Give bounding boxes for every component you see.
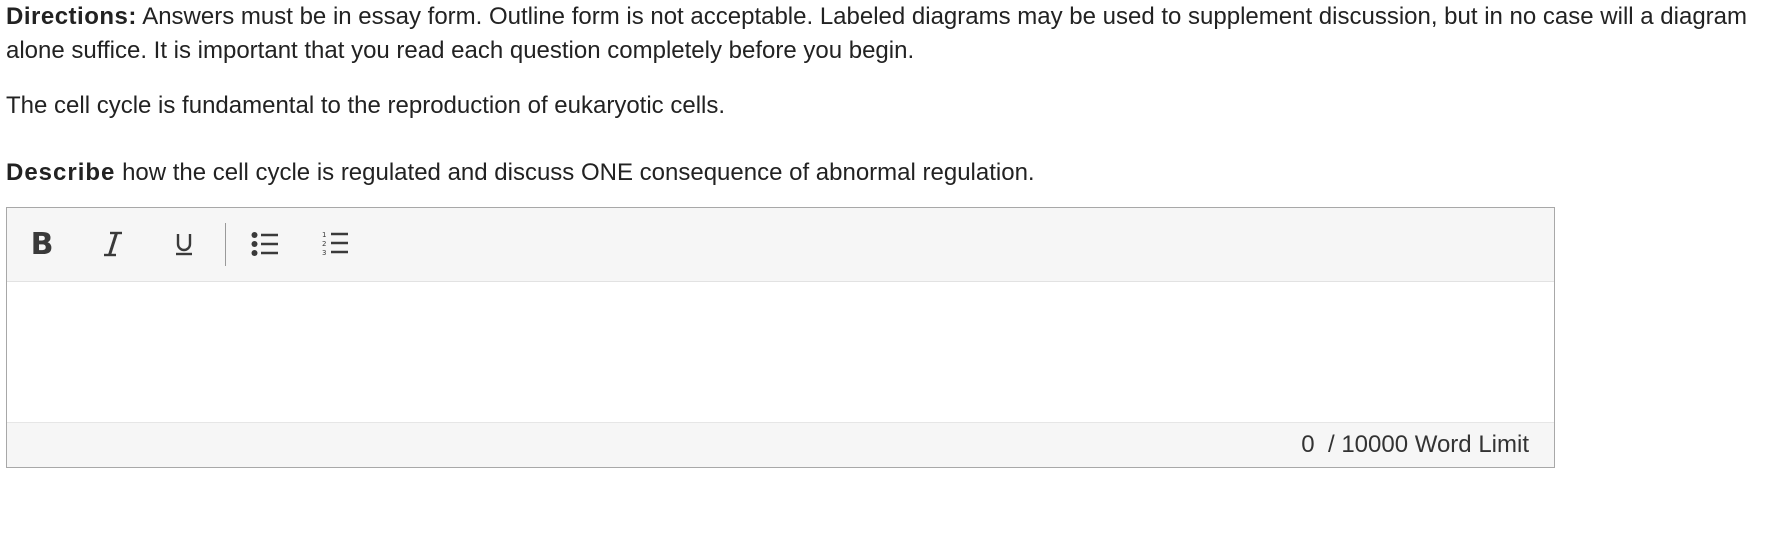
italic-button[interactable] [91, 221, 135, 267]
svg-text:3: 3 [322, 249, 326, 257]
prompt-body: how the cell cycle is regulated and disc… [122, 159, 1035, 186]
editor-toolbar: B 1 2 3 [7, 208, 1554, 282]
italic-icon [104, 231, 122, 257]
essay-editor: B 1 2 3 0 / 10000 Word Limit [6, 207, 1555, 468]
word-limit-label: / 10000 Word Limit [1328, 431, 1529, 458]
question-prompt: Describe how the cell cycle is regulated… [6, 156, 1035, 190]
essay-text-area[interactable] [7, 282, 1554, 424]
question-stem: The cell cycle is fundamental to the rep… [6, 92, 726, 119]
svg-text:1: 1 [322, 231, 326, 239]
word-limit-counter: 0 / 10000 Word Limit [1301, 430, 1529, 460]
word-count: 0 [1301, 431, 1315, 458]
underline-icon [176, 234, 192, 256]
bulleted-list-button[interactable] [243, 221, 287, 267]
directions-label: Directions: [6, 3, 137, 30]
prompt-verb: Describe [6, 159, 116, 186]
toolbar-divider [225, 223, 226, 266]
bulleted-list-icon [251, 232, 278, 256]
question-page: Directions: Answers must be in essay for… [0, 0, 1771, 537]
bold-icon: B [30, 226, 54, 262]
bold-button[interactable]: B [20, 221, 64, 267]
numbered-list-button[interactable]: 1 2 3 [314, 221, 358, 267]
directions-body: Answers must be in essay form. Outline f… [6, 3, 1748, 64]
underline-button[interactable] [162, 221, 206, 267]
directions-text: Directions: Answers must be in essay for… [6, 0, 1766, 68]
numbered-list-icon: 1 2 3 [322, 231, 348, 257]
editor-footer: 0 / 10000 Word Limit [7, 422, 1554, 467]
svg-text:2: 2 [322, 240, 326, 248]
